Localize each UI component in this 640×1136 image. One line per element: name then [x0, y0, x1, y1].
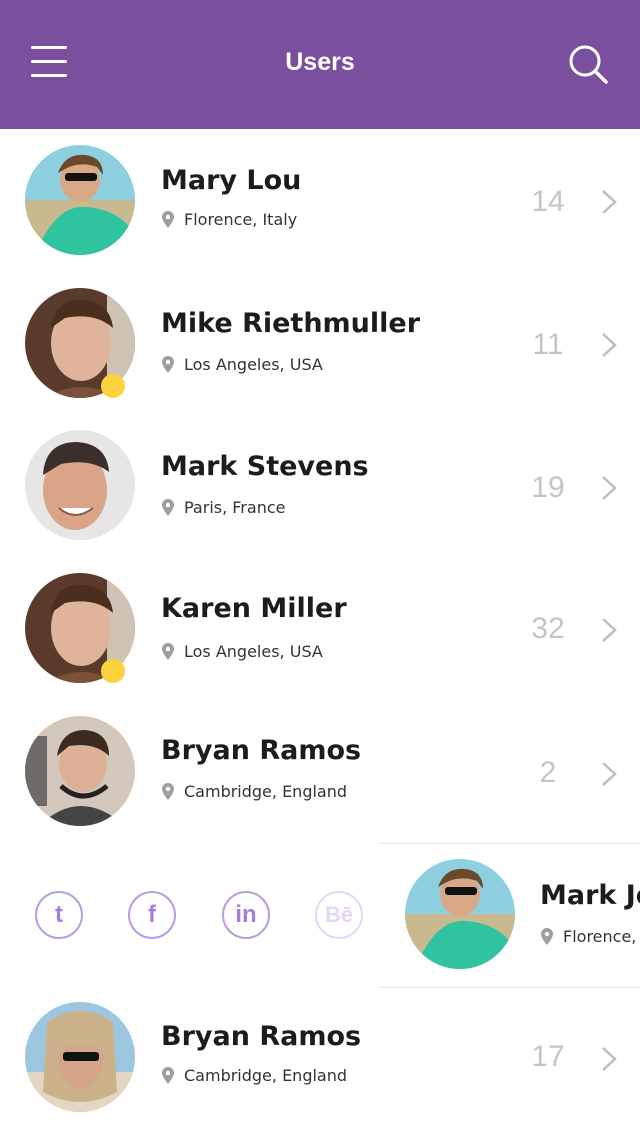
user-name: Bryan Ramos: [161, 1021, 362, 1052]
location-pin-icon: [162, 211, 174, 228]
user-location: Florence,: [541, 926, 636, 946]
page-title: Users: [285, 48, 355, 76]
chevron-right-icon[interactable]: [600, 616, 618, 644]
user-location: Florence, Italy: [162, 209, 297, 229]
avatar: [25, 145, 135, 255]
online-status-dot: [101, 374, 125, 398]
user-location: Cambridge, England: [162, 1065, 347, 1085]
location-pin-icon: [162, 643, 174, 660]
twitter-icon[interactable]: t: [35, 891, 83, 939]
avatar: [25, 716, 135, 826]
chevron-right-icon[interactable]: [600, 760, 618, 788]
location-pin-icon: [162, 783, 174, 800]
user-row[interactable]: Mike Riethmuller Los Angeles, USA 11: [0, 272, 640, 414]
user-name: Mary Lou: [161, 165, 302, 196]
user-row[interactable]: Mark Stevens Paris, France 19: [0, 415, 640, 557]
user-row[interactable]: Karen Miller Los Angeles, USA 32: [0, 558, 640, 700]
user-name: Mark Jo: [540, 880, 640, 911]
user-name: Karen Miller: [161, 593, 347, 624]
online-status-dot: [101, 659, 125, 683]
facebook-icon[interactable]: f: [128, 891, 176, 939]
location-pin-icon: [162, 1067, 174, 1084]
user-row[interactable]: Bryan Ramos Cambridge, England 17: [0, 987, 640, 1129]
chevron-right-icon[interactable]: [600, 331, 618, 359]
location-pin-icon: [162, 356, 174, 373]
user-location: Paris, France: [162, 497, 285, 517]
user-row[interactable]: Mary Lou Florence, Italy 14: [0, 129, 640, 271]
user-name: Mark Stevens: [161, 451, 369, 482]
location-pin-icon: [541, 928, 553, 945]
avatar: [25, 430, 135, 540]
avatar: [25, 1002, 135, 1112]
user-count: 11: [532, 328, 564, 361]
app-header: Users: [0, 0, 640, 129]
user-count: 14: [531, 185, 565, 218]
user-location: Los Angeles, USA: [162, 641, 323, 661]
swiped-user-row[interactable]: Mark Jo Florence,: [380, 843, 640, 988]
search-icon[interactable]: [568, 44, 608, 84]
user-count: 19: [531, 471, 565, 504]
user-count: 2: [539, 756, 557, 789]
location-pin-icon: [162, 499, 174, 516]
chevron-right-icon[interactable]: [600, 188, 618, 216]
behance-icon[interactable]: Bē: [315, 891, 363, 939]
user-count: 32: [531, 612, 565, 645]
user-location: Los Angeles, USA: [162, 354, 323, 374]
linkedin-icon[interactable]: in: [222, 891, 270, 939]
avatar: [405, 859, 515, 969]
chevron-right-icon[interactable]: [600, 1045, 618, 1073]
user-row[interactable]: Bryan Ramos Cambridge, England 2: [0, 701, 640, 843]
user-count: 17: [531, 1040, 565, 1073]
user-name: Mike Riethmuller: [161, 308, 421, 339]
user-location: Cambridge, England: [162, 781, 347, 801]
chevron-right-icon[interactable]: [600, 474, 618, 502]
user-name: Bryan Ramos: [161, 735, 362, 766]
